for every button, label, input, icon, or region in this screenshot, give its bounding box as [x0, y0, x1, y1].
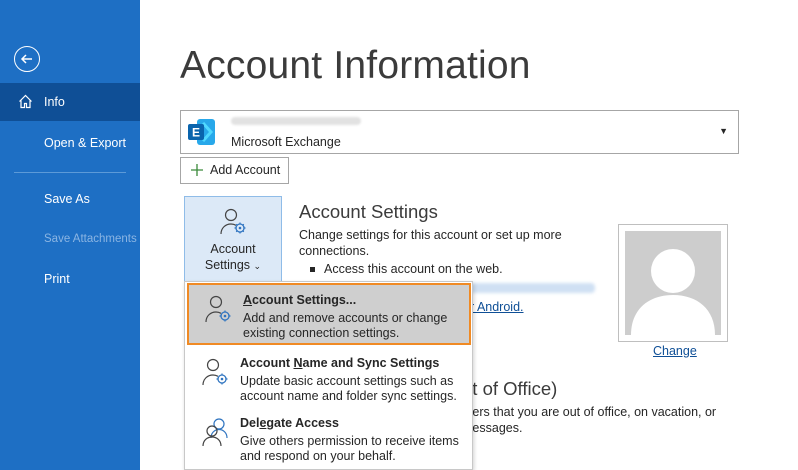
button-label-line2: Settings [204, 258, 251, 272]
plus-icon [189, 162, 205, 181]
button-label-line1: Account [210, 242, 256, 256]
user-gear-icon [201, 356, 231, 393]
backstage-sidebar: Info Open & Export Save As Save Attachme… [0, 0, 140, 470]
menu-item-title: Account Settings... [243, 293, 356, 307]
sidebar-item-info[interactable]: Info [0, 83, 140, 121]
menu-item-description: Update basic account settings such as ac… [240, 374, 457, 403]
account-selector[interactable]: E Microsoft Exchange ▼ [180, 110, 739, 154]
chevron-down-icon: ⌄ [253, 261, 262, 271]
menu-item-description: Give others permission to receive items … [240, 434, 459, 463]
account-type-label: Microsoft Exchange [231, 135, 341, 149]
svg-text:E: E [192, 126, 200, 140]
web-access-link-redacted[interactable] [470, 283, 595, 293]
add-account-button[interactable]: Add Account [180, 157, 289, 184]
sidebar-item-save-attachments: Save Attachments [0, 220, 140, 258]
account-settings-heading: Account Settings [299, 201, 438, 222]
page-title: Account Information [180, 44, 531, 87]
sidebar-divider [14, 172, 126, 173]
account-settings-dropdown-button[interactable]: Account Settings ⌄ [184, 196, 282, 282]
sidebar-item-label: Info [44, 95, 65, 109]
sidebar-item-label: Print [44, 272, 70, 286]
sidebar-item-label: Save Attachments [44, 233, 137, 245]
sidebar-item-label: Open & Export [44, 136, 126, 150]
menu-item-title: Account Name and Sync Settings [240, 356, 439, 370]
profile-photo [618, 224, 728, 342]
automatic-replies-heading: ut of Office) [462, 378, 558, 399]
title-part: Account [240, 356, 294, 370]
back-arrow-icon[interactable] [14, 46, 40, 72]
delegate-users-icon [201, 416, 231, 453]
user-gear-icon [204, 293, 234, 330]
change-photo-link[interactable]: Change [653, 344, 697, 358]
home-icon [18, 94, 33, 112]
web-access-bullet: Access this account on the web. [310, 262, 503, 276]
sidebar-item-open-export[interactable]: Open & Export [0, 124, 140, 162]
mobile-setup-link[interactable]: r Android. [470, 300, 524, 314]
menu-item-title: Delegate Access [240, 416, 339, 430]
account-settings-button-label: Account Settings ⌄ [185, 241, 281, 274]
sidebar-item-save-as[interactable]: Save As [0, 180, 140, 218]
account-settings-description: Change settings for this account or set … [299, 228, 562, 258]
title-part: Del [240, 416, 260, 430]
automatic-replies-description-line1: thers that you are out of office, on vac… [462, 405, 717, 419]
account-settings-menu: Account Settings... Add and remove accou… [184, 281, 473, 470]
title-part: gate Access [266, 416, 339, 430]
chevron-down-icon: ▼ [719, 126, 728, 136]
accelerator-key: A [243, 293, 253, 307]
exchange-logo-icon: E [187, 117, 217, 147]
add-account-label: Add Account [210, 163, 281, 177]
menu-item-delegate-access[interactable]: Delegate Access Give others permission t… [186, 408, 471, 470]
menu-item-description: Add and remove accounts or change existi… [243, 311, 448, 340]
avatar [625, 231, 721, 335]
user-gear-icon [219, 207, 249, 242]
title-part: ccount Settings... [252, 293, 357, 307]
title-part: ame and Sync Settings [302, 356, 440, 370]
menu-item-account-settings[interactable]: Account Settings... Add and remove accou… [187, 283, 471, 345]
account-email-redacted [231, 117, 361, 125]
menu-item-account-name-sync[interactable]: Account Name and Sync Settings Update ba… [186, 348, 471, 410]
sidebar-item-print[interactable]: Print [0, 260, 140, 298]
sidebar-item-label: Save As [44, 192, 90, 206]
accelerator-key: N [293, 356, 303, 370]
